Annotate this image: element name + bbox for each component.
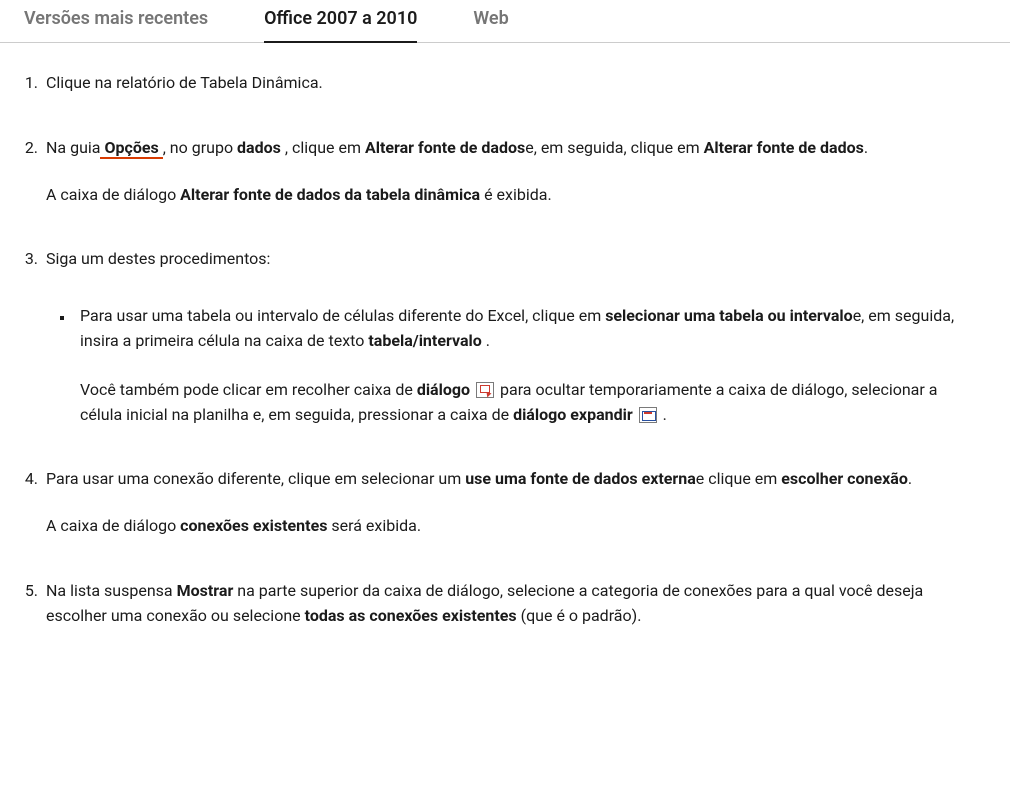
step-3-intro: Siga um destes procedimentos:: [46, 249, 270, 268]
step-4-note: A caixa de diálogo conexões existentes s…: [46, 514, 980, 539]
step-3: Siga um destes procedimentos: Para usar …: [42, 247, 980, 427]
step-3-bullets: Para usar uma tabela ou intervalo de cél…: [46, 304, 980, 427]
tab-web[interactable]: Web: [473, 0, 508, 41]
tab-versoes-recentes[interactable]: Versões mais recentes: [24, 0, 208, 41]
step-5: Na lista suspensa Mostrar na parte super…: [42, 579, 980, 629]
step-4-text: Para usar uma conexão diferente, clique …: [46, 469, 912, 488]
step-2: Na guia Opções , no grupo dados , clique…: [42, 136, 980, 208]
collapse-dialog-icon: [476, 382, 494, 398]
step-3-bullet-1: Para usar uma tabela ou intervalo de cél…: [74, 304, 980, 427]
step-2-text: Na guia Opções , no grupo dados , clique…: [46, 138, 868, 159]
article-content: Clique na relatório de Tabela Dinâmica. …: [0, 43, 1010, 659]
step-5-text: Na lista suspensa Mostrar na parte super…: [46, 581, 923, 625]
opcoes-highlight: Opções: [104, 138, 158, 159]
step-1: Clique na relatório de Tabela Dinâmica.: [42, 71, 980, 96]
tab-list: Versões mais recentes Office 2007 a 2010…: [0, 0, 1010, 43]
tab-office-2007-2010[interactable]: Office 2007 a 2010: [264, 0, 417, 43]
step-3-bullet-1-detail: Você também pode clicar em recolher caix…: [80, 378, 980, 428]
expand-dialog-icon: [639, 407, 657, 423]
step-2-note: A caixa de diálogo Alterar fonte de dado…: [46, 183, 980, 208]
step-4: Para usar uma conexão diferente, clique …: [42, 467, 980, 539]
ordered-steps: Clique na relatório de Tabela Dinâmica. …: [20, 71, 980, 629]
step-1-text: Clique na relatório de Tabela Dinâmica.: [46, 73, 323, 92]
